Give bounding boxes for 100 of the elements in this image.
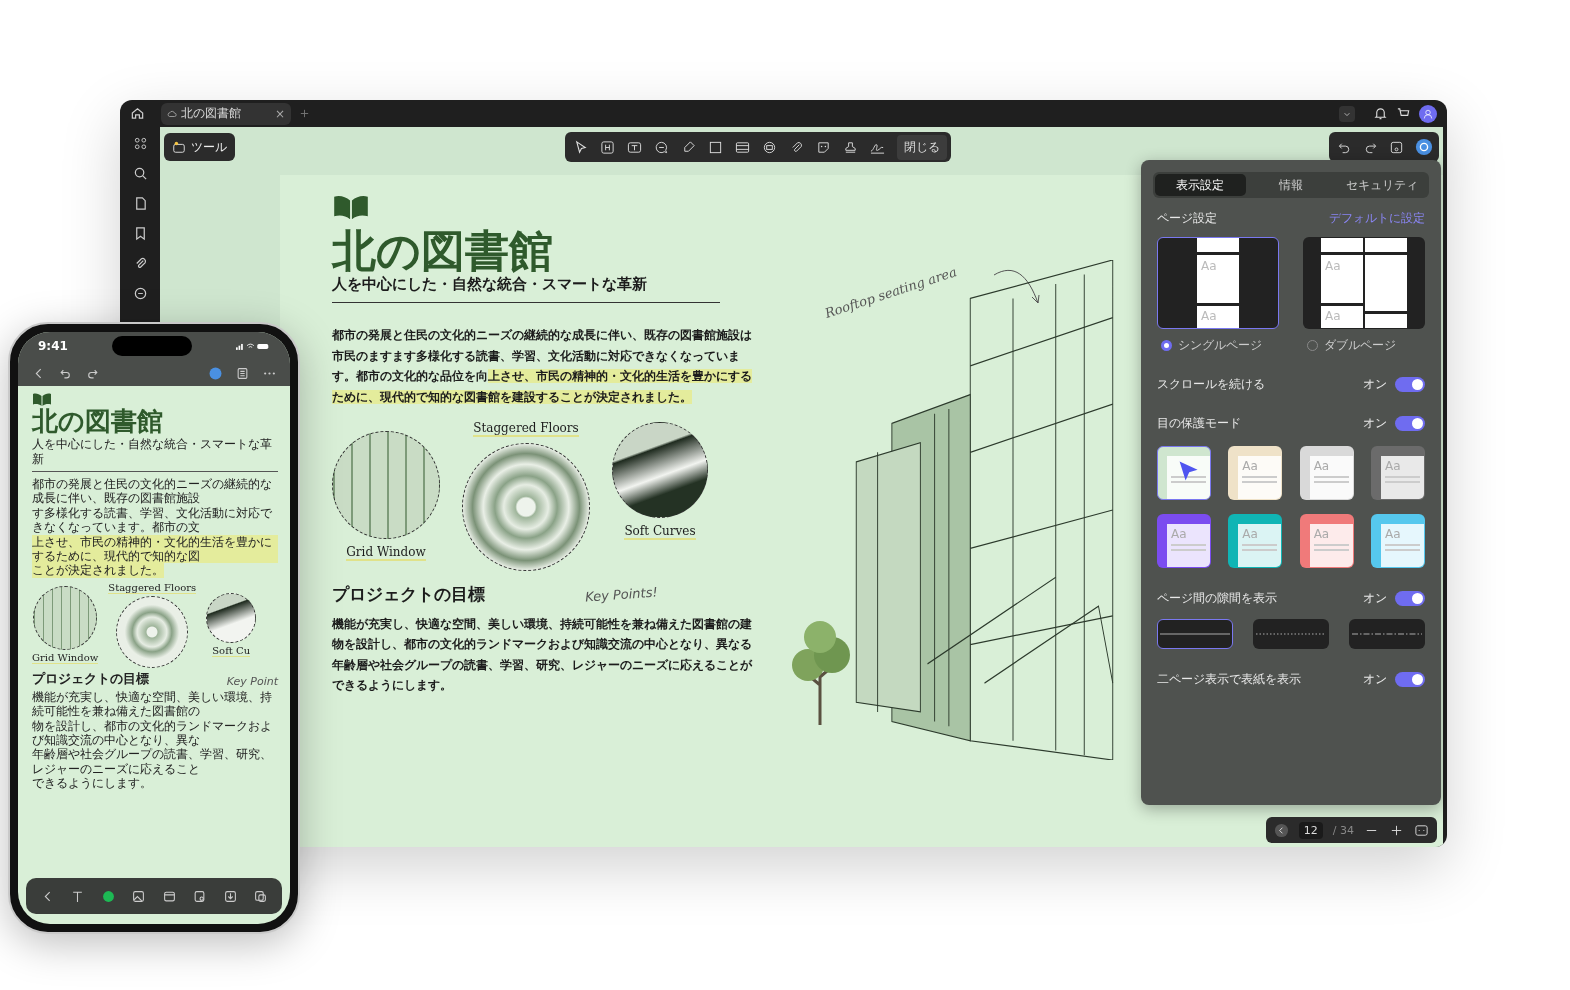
settings-tab[interactable]: セキュリティ <box>1336 174 1427 196</box>
text-icon[interactable] <box>71 889 85 903</box>
document-subtitle: 人を中心にした・自然な統合・スマートな革新 <box>32 436 273 469</box>
photo-caption: Soft Cu <box>212 644 251 657</box>
open-book-icon <box>332 193 370 221</box>
open-book-icon <box>32 392 52 407</box>
dotted-line-icon <box>1256 632 1326 636</box>
toggle-switch[interactable] <box>1395 591 1425 606</box>
toggle-state-label: オン <box>1363 671 1387 688</box>
page-thumbnail <box>1321 238 1363 252</box>
solid-line-icon <box>1160 632 1230 636</box>
sample-text: Aa <box>1171 527 1188 542</box>
comment-icon[interactable] <box>132 286 148 301</box>
text-line: 物を設計し、都市の文化的ランドマークおよび知識交流の中心となり、異な <box>32 718 273 748</box>
page-thumbnail <box>1197 238 1239 252</box>
status-time: 9:41 <box>38 339 68 353</box>
rectangle-icon[interactable] <box>708 139 723 155</box>
sample-text: Aa <box>1385 459 1402 474</box>
image-icon[interactable] <box>132 889 146 903</box>
text-box-icon[interactable] <box>627 139 642 155</box>
settings-tab[interactable]: 情報 <box>1245 174 1337 196</box>
status-icons <box>236 341 270 351</box>
sample-text: Aa <box>1242 459 1259 474</box>
text-line: 年齢層や社会グループの読書、学習、研究、レジャーのニーズに応えること <box>32 747 273 777</box>
intro-paragraph: 都市の発展と住民の文化的ニーズの継続的な成長に伴い、既存の図書館施設は市民のますます多様化する読書、学習、文化活動に対応できなくなっています。都市の文化的な品位を向上させ、市民の精神的・文化的生活を豊かにするために、現代的で知的な図書館を建設することが決定されました。 <box>332 327 753 406</box>
text-line: 都市の発展と住民の文化的ニーズの継続的な成長に伴い、既存の図書館施設 <box>32 477 273 506</box>
highlighter-icon[interactable] <box>681 139 696 155</box>
sticker-icon[interactable] <box>816 139 831 155</box>
handwritten-note: Key Point <box>226 674 278 688</box>
section-label: ページ設定 <box>1157 210 1218 227</box>
pointer-icon[interactable] <box>573 139 588 155</box>
handwritten-note: Rooftop seating area <box>823 264 959 321</box>
sample-text: Aa <box>1201 309 1217 323</box>
setting-label: 二ページ表示で表紙を表示 <box>1157 671 1302 688</box>
download-icon[interactable] <box>223 889 237 903</box>
toggle-state-label: オン <box>1363 590 1387 607</box>
document-title: 北の図書館 <box>332 227 553 276</box>
setting-label: スクロールを続ける <box>1157 376 1266 393</box>
photo-caption: Grid Window <box>32 651 99 664</box>
close-tab-button[interactable]: × <box>274 106 285 121</box>
sample-text: Aa <box>1242 527 1259 542</box>
close-button[interactable]: 閉じる <box>897 134 947 160</box>
toggle-switch[interactable] <box>1395 416 1425 431</box>
reset-default-link[interactable]: デフォルトに設定 <box>1329 210 1425 227</box>
page-number-field[interactable]: 12 <box>1298 821 1323 839</box>
text-line: できるようにします。 <box>32 776 152 791</box>
search-icon[interactable] <box>132 166 148 181</box>
header-footer-icon[interactable] <box>735 139 750 155</box>
document-subtitle: 人を中心にした・自然な統合・スマートな革新 <box>332 275 647 295</box>
section-heading: プロジェクトの目標 <box>332 582 485 606</box>
document-tab[interactable]: 北の図書館 × <box>161 102 291 125</box>
toolbox-icon <box>172 140 186 154</box>
ai-assistant-icon[interactable] <box>1415 138 1433 156</box>
page-thumbnail <box>1365 255 1407 311</box>
handwritten-note: Key Points! <box>584 584 659 605</box>
sample-text: Aa <box>1325 309 1341 323</box>
previous-page-icon[interactable] <box>1273 822 1289 838</box>
toggle-state-label: オン <box>1363 376 1387 393</box>
sample-text: Aa <box>1385 527 1402 542</box>
card-icon[interactable] <box>162 889 176 903</box>
toggle-switch[interactable] <box>1395 672 1425 687</box>
photo-caption: Soft Curves <box>624 523 696 540</box>
notification-bell-icon[interactable] <box>1373 106 1388 121</box>
dashdot-line-icon <box>1352 632 1422 636</box>
heading-icon[interactable] <box>600 139 615 155</box>
stamp-seal-icon[interactable] <box>762 139 777 155</box>
user-avatar[interactable] <box>1419 104 1437 123</box>
page-total: / 34 <box>1332 823 1354 837</box>
settings-tab[interactable]: 表示設定 <box>1155 174 1246 196</box>
setting-label: 目の保護モード <box>1157 415 1242 432</box>
goal-paragraph: 機能が充実し、快適な空間、美しい環境、持続可能性を兼ね備えた図書館の建物を設計し、都市の文化的ランドマークおよび知識交流の中心となり、異なる年齢層や社会グループの読書、学習、研究、レジャーのニーズに応えることができるようにします。 <box>332 615 754 695</box>
layout-radio[interactable]: シングルページ <box>1157 337 1279 354</box>
stamp-icon[interactable] <box>843 139 858 155</box>
list-icon[interactable] <box>236 366 249 380</box>
apps-grid-icon[interactable] <box>132 136 148 151</box>
copy-icon[interactable] <box>254 889 268 903</box>
section-heading: プロジェクトの目標 <box>32 669 149 688</box>
theme-swatch[interactable] <box>1157 446 1211 500</box>
page-thumbnail <box>1365 238 1407 252</box>
fit-page-icon[interactable] <box>1414 822 1429 838</box>
sample-text: Aa <box>1313 527 1331 542</box>
separator-style-option[interactable] <box>1157 619 1233 649</box>
dropdown-button[interactable] <box>1339 105 1355 122</box>
cloud-icon <box>167 108 177 119</box>
sample-text: Aa <box>1325 259 1341 273</box>
page-icon[interactable] <box>193 889 207 903</box>
setting-label: ページ間の隙間を表示 <box>1157 590 1278 607</box>
sample-text: Aa <box>1201 259 1217 273</box>
sample-text: Aa <box>1313 459 1331 474</box>
add-tab-icon[interactable] <box>299 108 310 119</box>
text-line: 機能が充実し、快適な空間、美しい環境、持続可能性を兼ね備えた図書館の <box>32 689 273 719</box>
home-icon[interactable] <box>130 106 145 121</box>
save-icon[interactable] <box>1389 139 1404 155</box>
toggle-switch[interactable] <box>1395 377 1425 392</box>
page-thumbnail <box>1365 314 1407 328</box>
layout-radio[interactable]: ダブルページ <box>1303 337 1425 354</box>
tools-button[interactable]: ツール <box>164 133 235 161</box>
separator-style-option[interactable] <box>1349 619 1425 649</box>
color-dot-icon[interactable] <box>101 889 115 903</box>
comment-icon[interactable] <box>654 139 669 155</box>
